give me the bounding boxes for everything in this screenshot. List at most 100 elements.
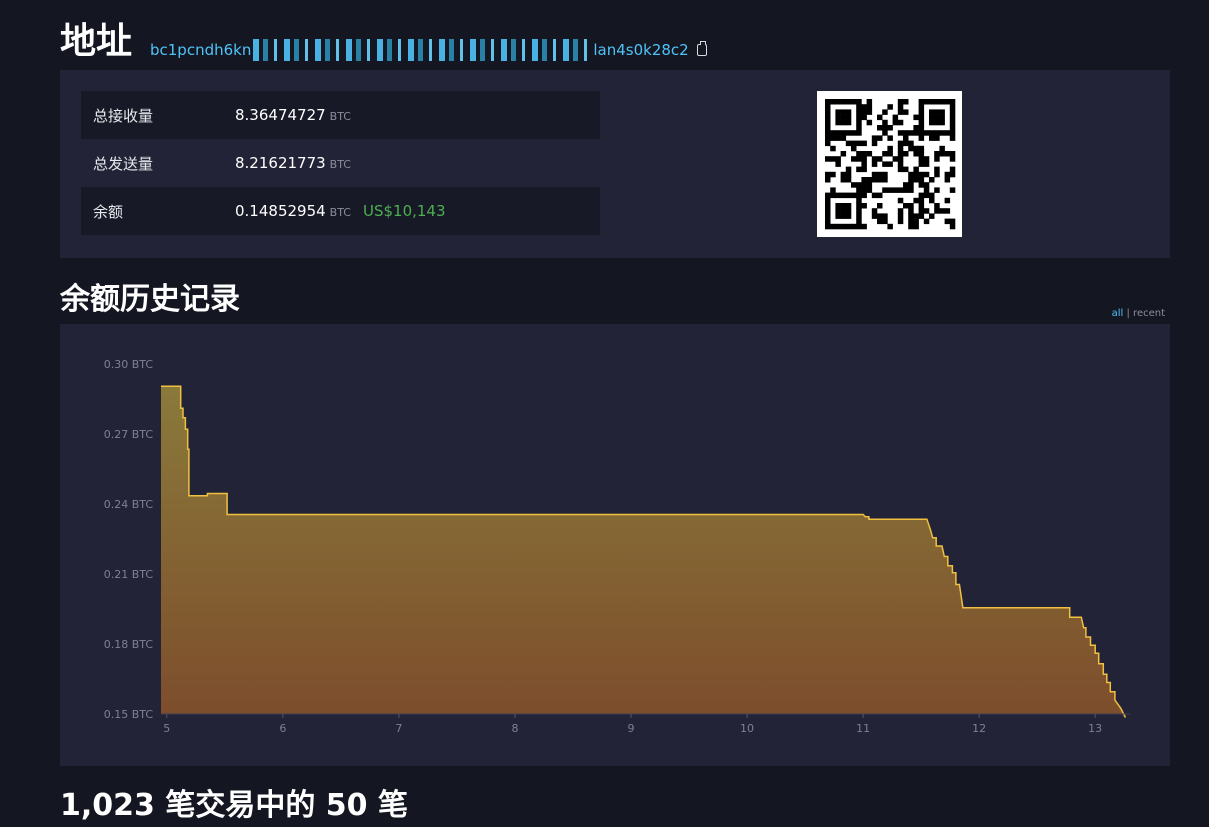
- qr-module: [882, 213, 888, 219]
- qr-module: [929, 99, 935, 105]
- qr-module: [845, 119, 852, 126]
- qr-module: [882, 130, 888, 136]
- qr-module: [918, 114, 925, 121]
- qr-module: [856, 192, 862, 199]
- qr-module: [866, 182, 873, 188]
- qr-module: [835, 130, 841, 136]
- address-link[interactable]: bc1pcndh6kn lan4s0k28c2: [150, 39, 707, 61]
- qr-module: [856, 213, 862, 219]
- qr-module: [851, 99, 857, 105]
- qr-module: [856, 156, 862, 162]
- qr-module: [877, 177, 883, 183]
- qr-module: [861, 177, 867, 183]
- qr-module: [835, 161, 841, 167]
- qr-module: [892, 187, 899, 193]
- qr-module: [830, 145, 836, 152]
- x-tick-label: 5: [163, 722, 170, 735]
- qr-module: [830, 171, 836, 178]
- qr-module: [866, 104, 873, 110]
- qr-module: [918, 125, 925, 131]
- qr-module: [825, 203, 831, 209]
- qr-module: [934, 203, 940, 209]
- qr-module: [877, 218, 883, 225]
- qr-module: [866, 99, 873, 105]
- qr-module: [840, 177, 847, 183]
- qr-module: [903, 166, 909, 173]
- qr-module: [840, 208, 847, 214]
- qr-module: [825, 119, 831, 126]
- qr-module: [845, 114, 852, 121]
- qr-module: [897, 161, 904, 167]
- qr-module: [835, 213, 841, 219]
- y-tick-label: 0.30 BTC: [104, 358, 154, 371]
- qr-module: [923, 192, 930, 199]
- qr-module: [877, 135, 883, 141]
- qr-module: [825, 140, 831, 147]
- qr-module: [949, 166, 956, 173]
- qr-module: [856, 197, 862, 204]
- balance-history-title: 余额历史记录: [60, 282, 240, 317]
- qr-module: [903, 109, 909, 115]
- qr-module: [939, 145, 945, 152]
- qr-module: [845, 203, 852, 209]
- qr-module: [944, 177, 951, 183]
- qr-module: [903, 140, 909, 147]
- qr-module: [897, 187, 904, 193]
- qr-module: [877, 192, 883, 199]
- qr-module: [934, 171, 940, 178]
- qr-module: [929, 114, 935, 121]
- qr-module: [934, 119, 940, 126]
- qr-module: [949, 151, 956, 157]
- qr-module: [908, 213, 914, 219]
- qr-module: [840, 109, 847, 115]
- qr-module: [861, 187, 867, 193]
- qr-module: [929, 192, 935, 199]
- qr-module: [825, 208, 831, 214]
- qr-module: [840, 151, 847, 157]
- qr-module: [897, 197, 904, 204]
- qr-module: [897, 104, 904, 110]
- y-tick-label: 0.27 BTC: [104, 428, 154, 441]
- qr-module: [856, 223, 862, 230]
- qr-module: [944, 197, 951, 204]
- balance-label: 余额: [93, 202, 124, 221]
- qr-module: [908, 182, 914, 188]
- x-tick-label: 12: [972, 722, 986, 735]
- qr-module: [825, 125, 831, 131]
- qr-module: [887, 161, 893, 167]
- qr-module: [866, 151, 873, 157]
- qr-module: [851, 192, 857, 199]
- qr-module: [923, 208, 930, 214]
- qr-module: [877, 156, 883, 162]
- qr-module: [949, 125, 956, 131]
- qr-module: [949, 104, 956, 110]
- qr-module: [923, 182, 930, 188]
- x-tick-label: 11: [856, 722, 870, 735]
- range-recent-link[interactable]: recent: [1133, 308, 1165, 319]
- qr-module: [934, 130, 940, 136]
- qr-module: [840, 203, 847, 209]
- qr-module: [918, 119, 925, 126]
- balance-history-chart: 0.30 BTC 0.27 BTC 0.24 BTC 0.21 BTC 0.18 BTC…: [60, 324, 1170, 766]
- qr-module: [866, 187, 873, 193]
- qr-module: [897, 151, 904, 157]
- qr-module: [949, 130, 956, 136]
- qr-module: [918, 151, 925, 157]
- qr-module: [845, 223, 852, 230]
- qr-module: [830, 187, 836, 193]
- qr-module: [845, 166, 852, 173]
- range-all-link[interactable]: all: [1112, 308, 1124, 319]
- qr-module: [892, 156, 899, 162]
- copy-icon[interactable]: [696, 41, 707, 56]
- qr-module: [923, 99, 930, 105]
- qr-module: [908, 130, 914, 136]
- qr-module: [861, 182, 867, 188]
- qr-module: [856, 125, 862, 131]
- address-redaction: [253, 39, 592, 61]
- qr-module: [908, 171, 914, 178]
- y-tick-label: 0.21 BTC: [104, 568, 154, 581]
- qr-module: [825, 192, 831, 199]
- qr-module: [897, 208, 904, 214]
- qr-module: [856, 119, 862, 126]
- qr-module: [908, 203, 914, 209]
